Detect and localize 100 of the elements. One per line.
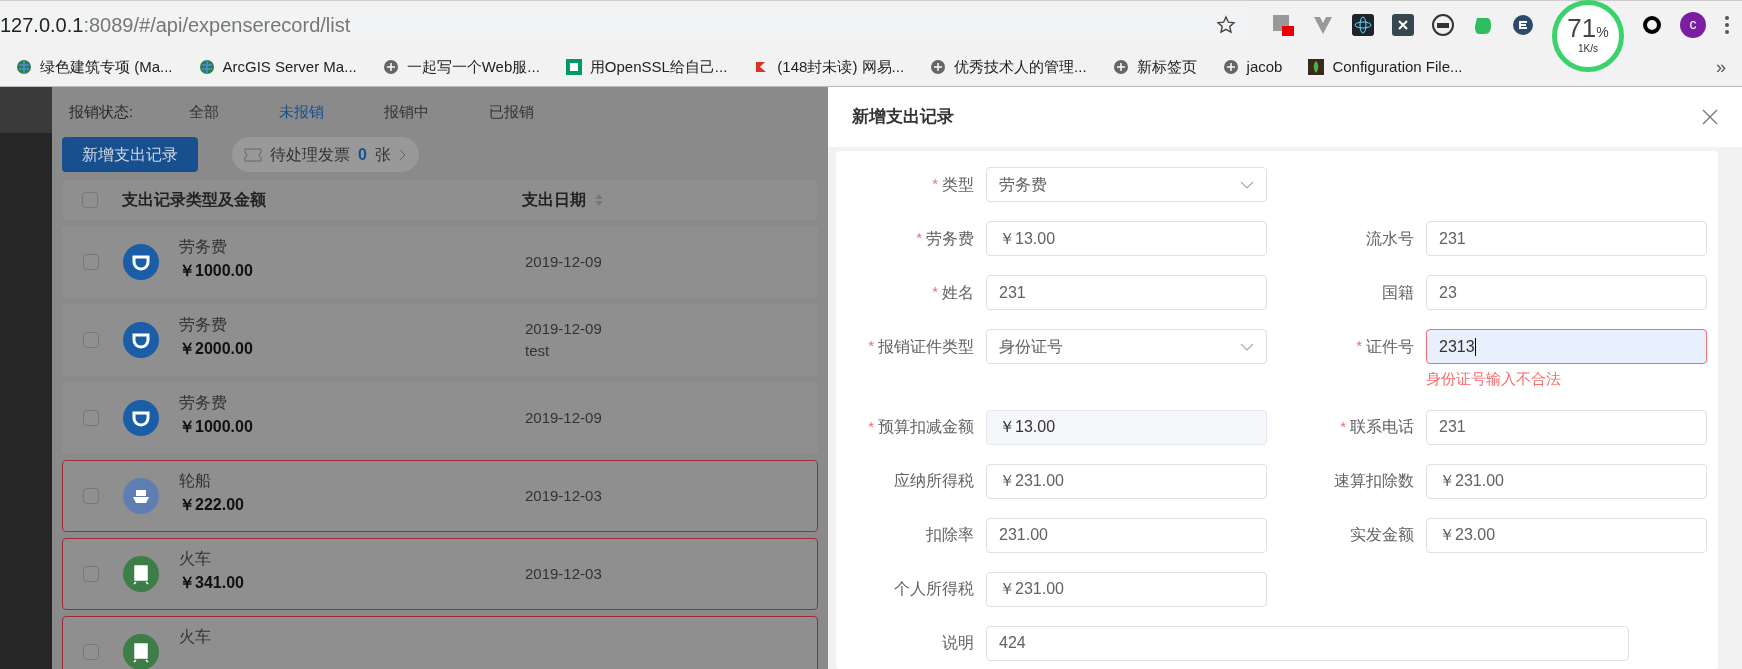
atom-icon[interactable] bbox=[1352, 13, 1374, 36]
input-field[interactable]: 231 bbox=[1426, 409, 1707, 445]
field-label: 预算扣减金额 bbox=[878, 417, 974, 437]
required-mark: * bbox=[868, 336, 874, 357]
filter-tab[interactable]: 已报销 bbox=[489, 100, 534, 124]
record-type: 劳务费 bbox=[179, 237, 228, 257]
row-checkbox[interactable] bbox=[83, 410, 99, 426]
bookmark-link[interactable]: ArcGIS Server Ma... bbox=[198, 55, 357, 79]
e-badge-icon[interactable] bbox=[1512, 13, 1534, 36]
field-label: 劳务费 bbox=[926, 228, 974, 249]
error-message: 身份证号输入不合法 bbox=[1426, 369, 1562, 389]
record-row[interactable]: 轮船 ￥222.00 2019-12-03 bbox=[62, 460, 818, 532]
row-checkbox[interactable] bbox=[83, 254, 99, 270]
column-header[interactable]: 支出日期 bbox=[522, 188, 586, 212]
record-amount: ￥222.00 bbox=[179, 495, 245, 515]
record-row[interactable]: 火车 ￥341.00 2019-12-03 bbox=[62, 538, 818, 610]
sf-logo-icon bbox=[565, 59, 582, 75]
record-row[interactable]: 劳务费 ￥2000.00 2019-12-09 test bbox=[62, 304, 818, 376]
leaf-icon bbox=[1308, 59, 1325, 75]
required-mark: * bbox=[916, 228, 922, 249]
field-label: 证件号 bbox=[1366, 336, 1414, 357]
field-label: 速算扣除数 bbox=[1334, 471, 1414, 491]
chevron-down-icon bbox=[1240, 180, 1254, 189]
record-type: 劳务费 bbox=[179, 315, 228, 335]
menu-icon[interactable] bbox=[1724, 14, 1730, 35]
bookmark-link[interactable]: 新标签页 bbox=[1112, 55, 1197, 79]
input-field[interactable]: 23 bbox=[1426, 275, 1707, 310]
bookmark-link[interactable]: Configuration File... bbox=[1308, 55, 1463, 79]
record-row[interactable]: 火车 bbox=[62, 616, 818, 669]
row-checkbox[interactable] bbox=[83, 566, 99, 582]
profile-avatar[interactable]: c bbox=[1680, 11, 1706, 38]
input-field[interactable]: ￥13.00 bbox=[986, 221, 1267, 256]
record-type: 轮船 bbox=[179, 471, 212, 491]
record-date: 2019-12-03 bbox=[525, 563, 602, 584]
field-label: 个人所得税 bbox=[894, 579, 974, 599]
x-box-icon[interactable] bbox=[1392, 13, 1414, 36]
required-mark: * bbox=[932, 174, 938, 195]
record-row[interactable]: 劳务费 ￥1000.00 2019-12-09 bbox=[62, 226, 818, 298]
filter-tab[interactable]: 全部 bbox=[189, 100, 219, 124]
input-field[interactable]: 231.00 bbox=[986, 517, 1267, 553]
input-field[interactable]: ￥231.00 bbox=[986, 571, 1267, 607]
bookmark-link[interactable]: (148封未读) 网易... bbox=[753, 55, 905, 79]
field-label: 报销证件类型 bbox=[878, 336, 974, 357]
close-icon[interactable] bbox=[1702, 109, 1718, 125]
bookmark-link[interactable]: jacob bbox=[1222, 55, 1283, 79]
bookmark-link[interactable]: 绿色建筑专项 (Ma... bbox=[16, 55, 173, 79]
train-icon bbox=[123, 634, 159, 669]
select-field[interactable]: 身份证号 bbox=[986, 329, 1267, 364]
speed-meter[interactable]: 71% 1K/s bbox=[1552, 0, 1624, 72]
globe-icon bbox=[16, 59, 32, 75]
globe-icon bbox=[198, 59, 215, 75]
record-type: 火车 bbox=[179, 627, 212, 647]
person-icon bbox=[123, 244, 159, 280]
ticket-icon bbox=[244, 147, 262, 162]
row-checkbox[interactable] bbox=[83, 488, 99, 504]
field-label: 说明 bbox=[942, 633, 974, 653]
required-mark: * bbox=[1356, 336, 1362, 357]
field-label: 联系电话 bbox=[1350, 417, 1414, 437]
select-field[interactable]: 劳务费 bbox=[986, 167, 1267, 202]
field-label: 扣除率 bbox=[926, 525, 974, 545]
bookmark-link[interactable]: 优秀技术人的管理... bbox=[930, 55, 1087, 79]
field-label: 类型 bbox=[942, 174, 974, 195]
input-field[interactable]: 231 bbox=[986, 275, 1267, 310]
filter-tab[interactable]: 报销中 bbox=[384, 100, 429, 124]
required-mark: * bbox=[932, 282, 938, 303]
bookmark-link[interactable]: 一起写一个Web服... bbox=[382, 55, 540, 79]
select-all-checkbox[interactable] bbox=[82, 192, 98, 208]
record-amount: ￥1000.00 bbox=[179, 417, 254, 437]
row-checkbox[interactable] bbox=[83, 332, 99, 348]
star-icon[interactable] bbox=[1216, 14, 1236, 35]
ring-icon[interactable] bbox=[1642, 14, 1662, 35]
record-amount: ￥2000.00 bbox=[179, 339, 254, 359]
add-record-button[interactable]: 新增支出记录 bbox=[62, 137, 198, 172]
input-field[interactable]: ￥23.00 bbox=[1426, 517, 1707, 553]
person-icon bbox=[123, 322, 159, 358]
bookmark-link[interactable]: 用OpenSSL给自己... bbox=[565, 55, 728, 79]
record-note: test bbox=[525, 341, 551, 361]
record-type: 劳务费 bbox=[179, 393, 228, 413]
ship-icon bbox=[123, 478, 159, 514]
sort-icon[interactable] bbox=[594, 193, 604, 207]
row-checkbox[interactable] bbox=[83, 644, 99, 660]
field-label: 应纳所得税 bbox=[894, 471, 974, 491]
input-field[interactable]: 231 bbox=[1426, 221, 1707, 256]
extension-icon[interactable] bbox=[1272, 13, 1294, 36]
input-field[interactable]: ￥231.00 bbox=[1426, 463, 1707, 499]
record-date: 2019-12-09 bbox=[525, 251, 602, 272]
record-date: 2019-12-09 bbox=[525, 407, 602, 428]
chevron-down-icon bbox=[1240, 342, 1254, 351]
drawer-title: 新增支出记录 bbox=[852, 106, 954, 129]
input-field[interactable]: 2313 bbox=[1426, 329, 1707, 364]
input-field[interactable]: 424 bbox=[986, 625, 1629, 661]
required-mark: * bbox=[1340, 416, 1346, 437]
round-logo-icon[interactable] bbox=[1432, 13, 1454, 36]
more-bookmarks-button[interactable]: » bbox=[1716, 53, 1726, 81]
field-label: 实发金额 bbox=[1350, 525, 1414, 545]
input-field[interactable]: ￥231.00 bbox=[986, 463, 1267, 499]
record-type: 火车 bbox=[179, 549, 212, 569]
record-row[interactable]: 劳务费 ￥1000.00 2019-12-09 bbox=[62, 382, 818, 454]
train-icon bbox=[123, 556, 159, 592]
pending-invoices-button[interactable]: 待处理发票 0 张 bbox=[232, 137, 419, 172]
